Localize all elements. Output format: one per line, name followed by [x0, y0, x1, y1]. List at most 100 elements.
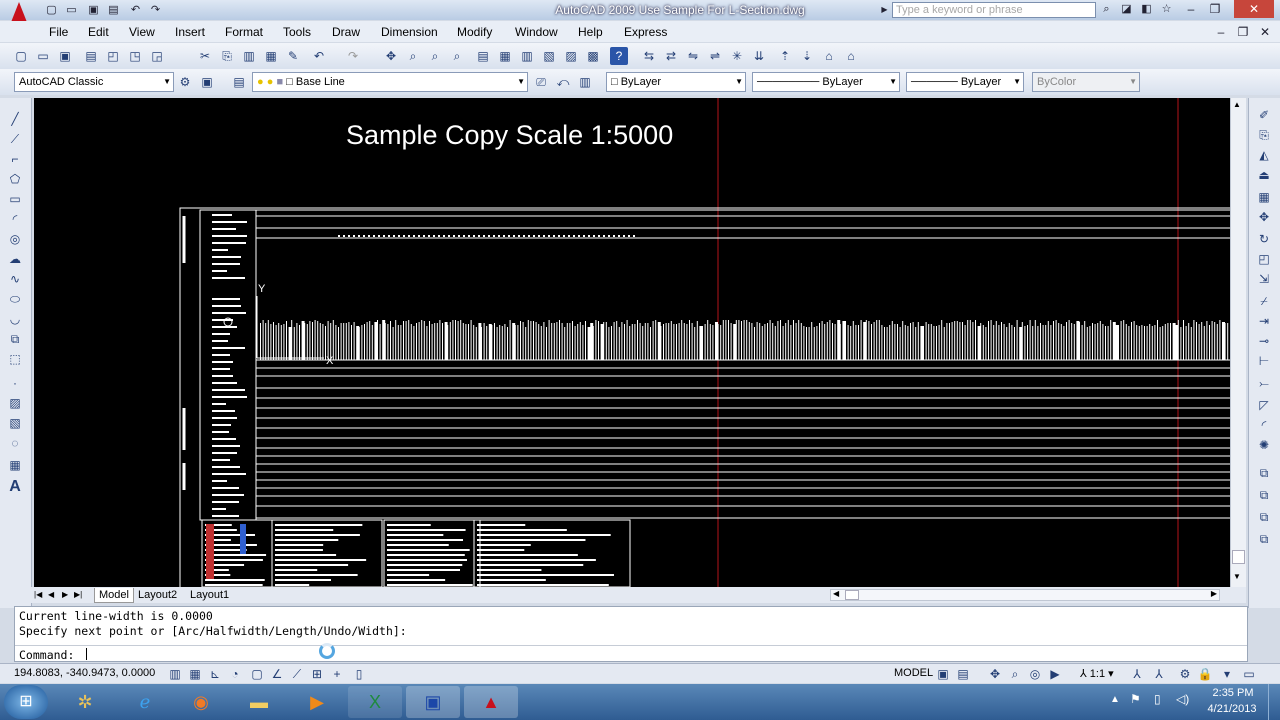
draworder-1-icon[interactable]: ⧉	[1255, 464, 1273, 482]
taskbar-firefox-icon[interactable]: ◉	[174, 686, 228, 718]
menu-window[interactable]: Window	[515, 25, 558, 39]
pan-icon[interactable]: ✥	[382, 47, 400, 65]
3d-dwf-icon[interactable]: ◲	[148, 47, 166, 65]
qsave-icon[interactable]: ▣	[86, 3, 101, 17]
make-block-icon[interactable]: ⬚	[6, 350, 24, 368]
arc-icon[interactable]: ◜	[6, 210, 24, 228]
design-center-icon[interactable]: ▦	[496, 47, 514, 65]
express-3-icon[interactable]: ⇋	[684, 47, 702, 65]
offset-icon[interactable]: ⏏	[1255, 166, 1273, 184]
qnew-icon[interactable]: ▢	[44, 3, 59, 17]
zoom-realtime-icon[interactable]: ⌕	[404, 47, 422, 65]
taskbar-app-icon[interactable]: ▣	[406, 686, 460, 718]
tab-prev-icon[interactable]: ◀	[48, 588, 54, 602]
chamfer-icon[interactable]: ◸	[1255, 396, 1273, 414]
draworder-4-icon[interactable]: ⧉	[1255, 530, 1273, 548]
zoom-previous-icon[interactable]: ⌕	[448, 47, 466, 65]
block-editor-icon[interactable]: ▦	[262, 47, 280, 65]
calculator-icon[interactable]: ▩	[584, 47, 602, 65]
minimize-button[interactable]: –	[1182, 0, 1200, 18]
ducs-icon[interactable]: ⟋	[288, 665, 306, 683]
construction-line-icon[interactable]: ⟋	[6, 130, 24, 148]
close-button[interactable]: ✕	[1234, 0, 1274, 18]
search-input[interactable]: Type a keyword or phrase	[892, 2, 1096, 18]
menu-modify[interactable]: Modify	[457, 25, 492, 39]
match-properties-icon[interactable]: ✎	[284, 47, 302, 65]
plot-icon[interactable]: ▤	[82, 47, 100, 65]
doc-close-button[interactable]: ✕	[1258, 23, 1272, 41]
new-icon[interactable]: ▢	[12, 47, 30, 65]
express-8-icon[interactable]: ⇣	[798, 47, 816, 65]
menu-edit[interactable]: Edit	[88, 25, 109, 39]
trim-icon[interactable]: ⌿	[1255, 292, 1273, 310]
ellipse-icon[interactable]: ⬭	[6, 290, 24, 308]
extend-icon[interactable]: ⇥	[1255, 312, 1273, 330]
menu-file[interactable]: File	[49, 25, 68, 39]
tray-volume-icon[interactable]: ◁)	[1176, 692, 1189, 706]
clock-time[interactable]: 2:35 PM	[1208, 687, 1258, 699]
ortho-icon[interactable]: ⊾	[206, 665, 224, 683]
star-icon[interactable]: ☆	[1158, 2, 1175, 17]
workspace-settings-icon[interactable]: ⚙	[176, 73, 194, 91]
properties-icon[interactable]: ▤	[474, 47, 492, 65]
point-icon[interactable]: ·	[6, 374, 24, 392]
tab-layout2[interactable]: Layout2	[138, 588, 177, 602]
qundo-icon[interactable]: ↶	[128, 3, 143, 17]
showmotion-icon[interactable]: ▶	[1046, 665, 1064, 683]
hscroll-thumb[interactable]	[845, 590, 859, 600]
join-icon[interactable]: ⤚	[1255, 374, 1273, 392]
layer-states-icon[interactable]: ▥	[576, 73, 594, 91]
horizontal-scrollbar[interactable]: ◀ ▶	[830, 589, 1220, 601]
break-point-icon[interactable]: ⊸	[1255, 332, 1273, 350]
command-window[interactable]: Current line-width is 0.0000 Specify nex…	[14, 606, 1248, 662]
tab-last-icon[interactable]: ▶|	[74, 588, 82, 602]
scale-icon[interactable]: ◰	[1255, 250, 1273, 268]
model-space-label[interactable]: MODEL	[894, 667, 933, 679]
taskbar-autocad-icon[interactable]: ▲	[464, 686, 518, 718]
copy-object-icon[interactable]: ⎘	[1255, 126, 1273, 144]
favorites-icon[interactable]: ◧	[1138, 2, 1155, 17]
cut-icon[interactable]: ✂	[196, 47, 214, 65]
gradient-icon[interactable]: ▧	[6, 414, 24, 432]
move-icon[interactable]: ✥	[1255, 208, 1273, 226]
express-7-icon[interactable]: ⇡	[776, 47, 794, 65]
menu-format[interactable]: Format	[225, 25, 263, 39]
revision-cloud-icon[interactable]: ☁	[6, 250, 24, 268]
paste-icon[interactable]: ▥	[240, 47, 258, 65]
break-icon[interactable]: ⊢	[1255, 352, 1273, 370]
express-5-icon[interactable]: ✳	[728, 47, 746, 65]
circle-icon[interactable]: ◎	[6, 230, 24, 248]
spline-icon[interactable]: ∿	[6, 270, 24, 288]
menu-draw[interactable]: Draw	[332, 25, 360, 39]
make-current-icon[interactable]: ⎚	[532, 73, 550, 91]
scroll-thumb[interactable]	[1232, 550, 1245, 564]
tab-model[interactable]: Model	[94, 588, 134, 603]
tab-first-icon[interactable]: |◀	[34, 588, 42, 602]
linetype-select[interactable]: ──────── ByLayer ▼	[752, 72, 900, 92]
zoom-window-icon[interactable]: ⌕	[426, 47, 444, 65]
erase-icon[interactable]: ✐	[1255, 106, 1273, 124]
draworder-3-icon[interactable]: ⧉	[1255, 508, 1273, 526]
my-workspace-icon[interactable]: ▣	[198, 73, 216, 91]
drawing-canvas[interactable]: Sample Copy Scale 1:5000 Y X	[34, 98, 1230, 587]
layer-previous-icon[interactable]: ⤺	[554, 73, 572, 91]
scroll-down-icon[interactable]: ▼	[1233, 572, 1241, 581]
express-1-icon[interactable]: ⇆	[640, 47, 658, 65]
qprint-icon[interactable]: ▤	[106, 3, 121, 17]
hatch-icon[interactable]: ▨	[6, 394, 24, 412]
menu-help[interactable]: Help	[578, 25, 603, 39]
workspace-switch-icon[interactable]: ⚙	[1176, 665, 1194, 683]
rectangle-icon[interactable]: ▭	[6, 190, 24, 208]
plot-preview-icon[interactable]: ◰	[104, 47, 122, 65]
sheet-set-icon[interactable]: ▧	[540, 47, 558, 65]
publish-icon[interactable]: ◳	[126, 47, 144, 65]
array-icon[interactable]: ▦	[1255, 188, 1273, 206]
multiline-text-icon[interactable]: A	[6, 478, 24, 496]
line-icon[interactable]: ╱	[6, 110, 24, 128]
markup-icon[interactable]: ▨	[562, 47, 580, 65]
grid-icon[interactable]: ▦	[186, 665, 204, 683]
qredo-icon[interactable]: ↷	[148, 3, 163, 17]
quick-view-layouts-icon[interactable]: ▣	[934, 665, 952, 683]
tray-expand-icon[interactable]: ▲	[1110, 694, 1120, 705]
explode-icon[interactable]: ✺	[1255, 436, 1273, 454]
